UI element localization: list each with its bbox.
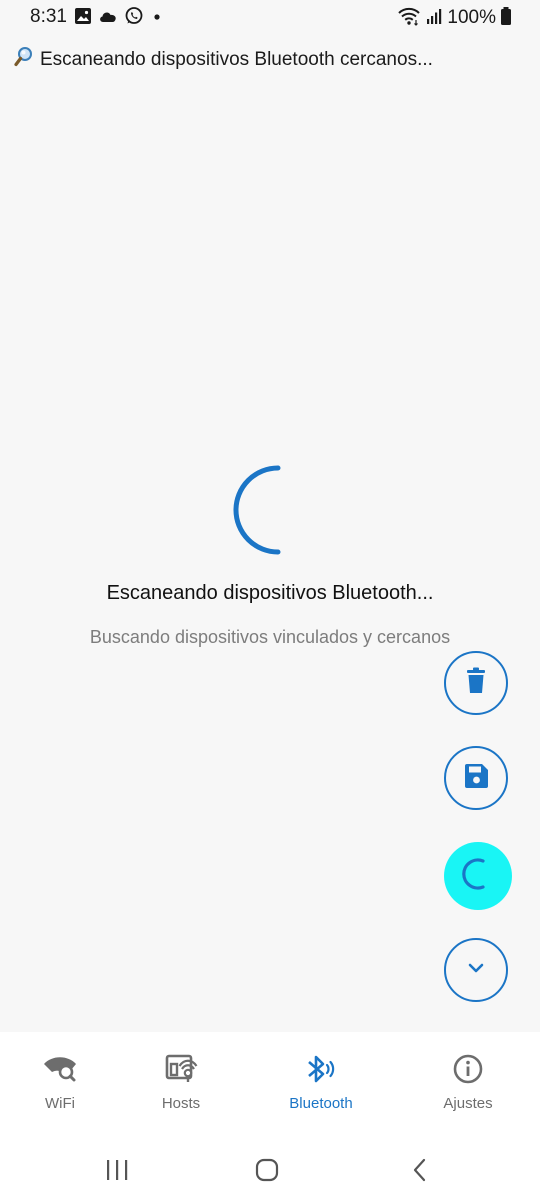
dot-icon [150,9,164,28]
gallery-icon [74,7,92,30]
bottom-navigation: WiFi Hosts Bluetooth Ajustes [0,1032,540,1137]
info-icon [450,1054,486,1089]
battery-icon [500,6,512,31]
wifi-icon [397,6,421,31]
notification-icons [74,6,164,31]
nav-tab-ajustes[interactable]: Ajustes [413,1054,523,1112]
back-icon [410,1157,430,1188]
nav-label-wifi: WiFi [45,1095,75,1112]
scan-button[interactable] [444,842,512,910]
hosts-icon [163,1054,199,1089]
scan-subtitle: Buscando dispositivos vinculados y cerca… [89,627,451,647]
chevron-down-icon [466,961,486,980]
whatsapp-icon [124,6,144,31]
recent-apps-button[interactable] [97,1157,137,1187]
save-button[interactable] [444,746,508,810]
nav-tab-hosts[interactable]: Hosts [126,1054,236,1112]
nav-label-bluetooth: Bluetooth [289,1095,353,1112]
scan-status-header: Escaneando dispositivos Bluetooth cercan… [14,46,433,73]
signal-icon [425,7,443,30]
scan-title: Escaneando dispositivos Bluetooth... [106,582,434,604]
scan-status-text: Escaneando dispositivos Bluetooth cercan… [40,48,433,70]
status-time: 8:31 [30,6,67,27]
home-icon [254,1157,280,1188]
nav-label-ajustes: Ajustes [443,1095,493,1112]
cloud-icon [98,8,118,29]
magnifier-icon [14,46,34,73]
nav-label-hosts: Hosts [161,1095,201,1112]
scan-spinner-icon [460,856,496,897]
nav-tab-bluetooth[interactable]: Bluetooth [266,1054,376,1112]
home-button[interactable] [247,1157,287,1187]
back-button[interactable] [400,1157,440,1187]
save-icon [463,763,489,794]
battery-percent: 100% [447,7,496,28]
loading-spinner [220,462,316,558]
trash-icon [464,667,488,700]
wifi-search-icon [42,1054,78,1089]
status-bar: 8:31 100% [0,0,540,38]
delete-button[interactable] [444,651,508,715]
expand-button[interactable] [444,938,508,1002]
nav-tab-wifi[interactable]: WiFi [5,1054,115,1112]
system-status-icons: 100% [397,6,512,31]
system-navigation-bar [0,1137,540,1203]
bluetooth-icon [303,1054,339,1089]
recent-apps-icon [104,1158,130,1187]
